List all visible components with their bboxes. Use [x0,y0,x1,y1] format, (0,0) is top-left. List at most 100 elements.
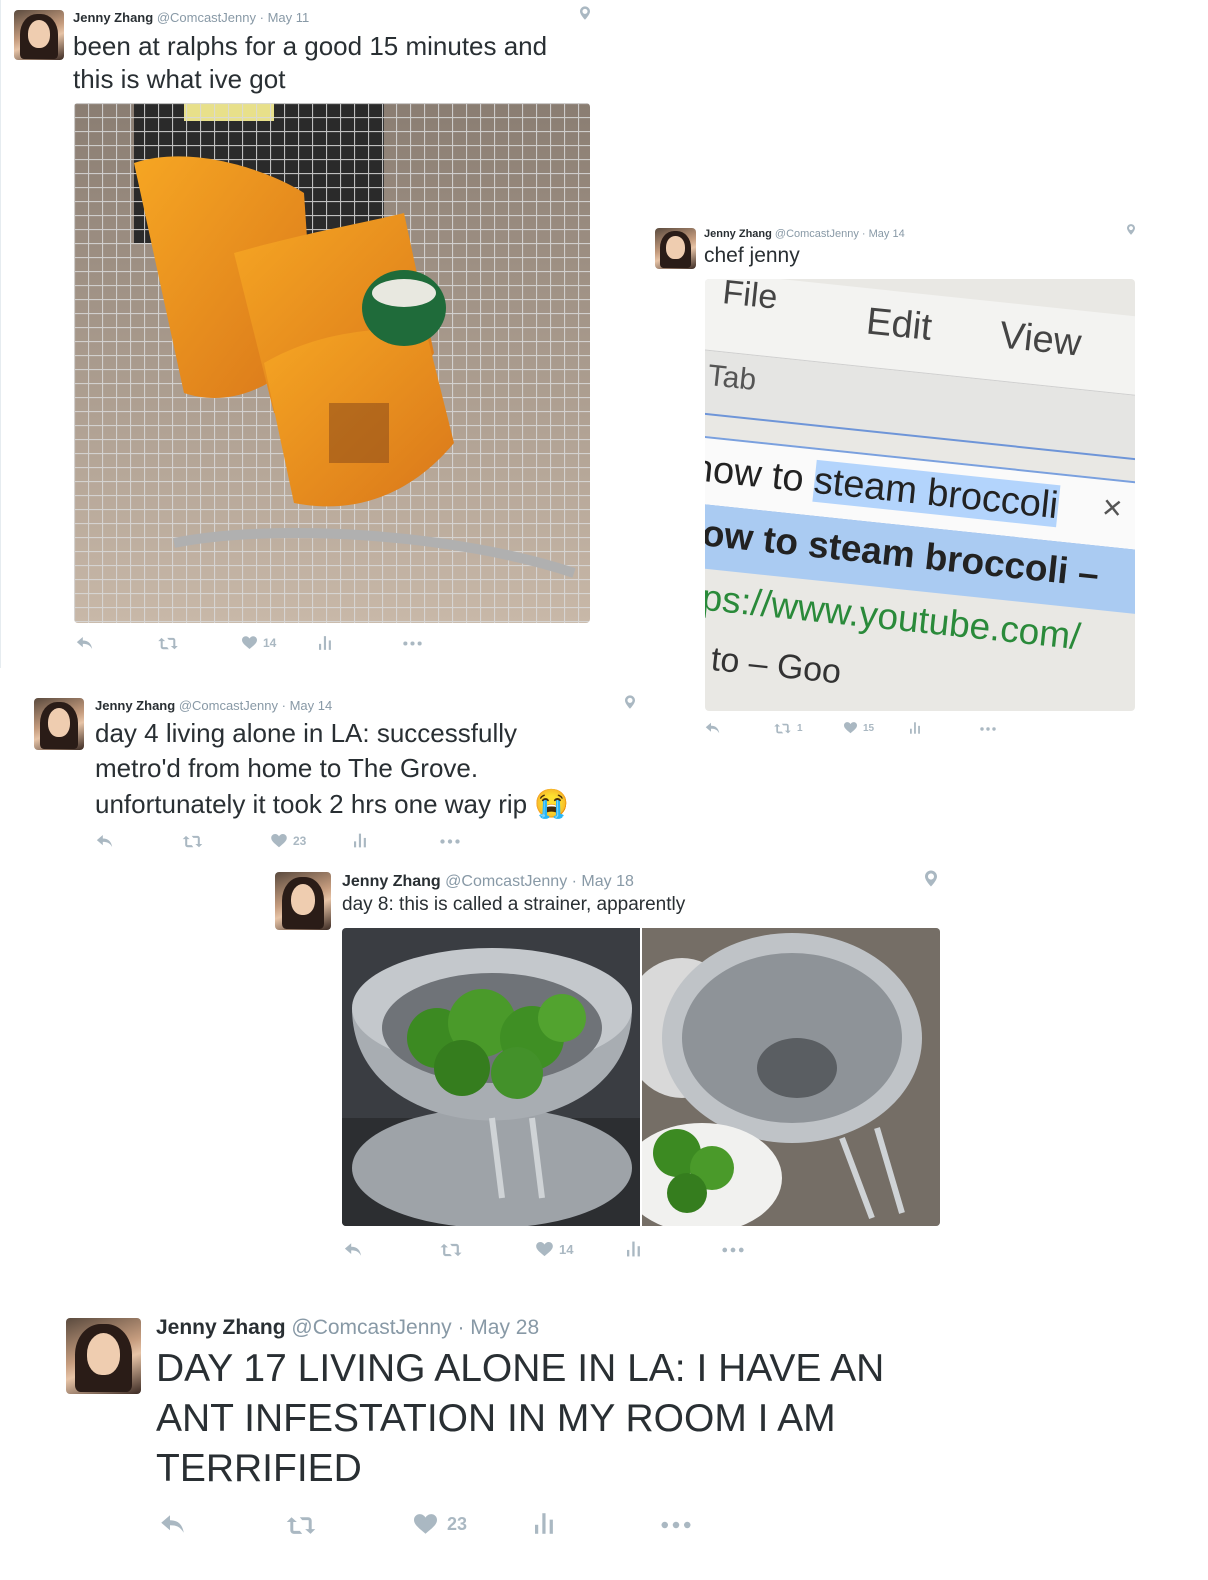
reply-button[interactable] [160,1514,185,1534]
menu-view: View [997,314,1084,365]
tweet-header: Jenny Zhang @ComcastJenny · May 18 [342,873,634,891]
tweet-date[interactable]: · May 14 [282,698,333,713]
tweet-text-line: day 4 living alone in LA: successfully [95,718,518,748]
location-pin-icon[interactable] [1127,224,1135,235]
like-button[interactable]: 14 [242,636,276,650]
retweet-button[interactable]: 1 [774,723,803,734]
reply-icon [96,834,113,848]
tweet-actions: 1 15 [645,720,1145,740]
tweet-4: Jenny Zhang @ComcastJenny · May 18 day 8… [268,862,958,1272]
tweet-text-line: unfortunately it took 2 hrs one way rip [95,789,528,819]
location-pin-icon[interactable] [625,695,635,709]
author-handle[interactable]: @ComcastJenny [291,1316,451,1339]
author-handle[interactable]: @ComcastJenny [775,228,859,240]
more-icon [661,1521,691,1529]
tweet-text-line: DAY 17 LIVING ALONE IN LA: I HAVE AN [156,1347,885,1390]
retweet-icon [286,1516,316,1535]
analytics-button[interactable] [535,1512,553,1535]
analytics-button[interactable] [910,722,920,734]
reply-button[interactable] [705,722,720,734]
tweet-text-line: ANT INFESTATION IN MY ROOM I AM [156,1397,836,1440]
heart-icon [414,1514,437,1535]
analytics-icon [910,722,920,734]
tweet-date[interactable]: · May 11 [260,10,310,25]
more-button[interactable] [722,1247,744,1253]
close-icon: × [1100,488,1125,528]
tweet-date[interactable]: · May 18 [572,873,634,890]
more-icon [722,1247,744,1253]
tweet-date[interactable]: · May 14 [862,228,905,240]
reply-icon [344,1242,362,1257]
author-name[interactable]: Jenny Zhang [95,698,175,713]
cart-photo [74,103,590,623]
reply-button[interactable] [344,1242,362,1257]
more-button[interactable] [403,641,422,646]
tweet-text: been at ralphs for a good 15 minutes and… [73,30,547,96]
menu-edit: Edit [864,300,934,349]
tweet-text: day 4 living alone in LA: successfully m… [95,716,569,822]
like-button[interactable]: 15 [844,722,874,734]
author-name[interactable]: Jenny Zhang [156,1316,286,1339]
tweet-date[interactable]: · May 28 [457,1316,539,1339]
strainer-photo-1 [342,928,640,1226]
tweet-photo-browser-screenshot[interactable]: File Edit View Tab how to steam broccoli… [705,279,1135,711]
more-button[interactable] [661,1521,691,1529]
analytics-icon [354,833,366,848]
more-button[interactable] [440,839,460,844]
search-highlight: steam broccoli [811,459,1060,528]
analytics-button[interactable] [319,636,331,650]
author-handle[interactable]: @ComcastJenny [157,10,256,25]
tweet-actions: 14 [1,632,601,656]
author-name[interactable]: Jenny Zhang [704,228,772,240]
more-icon [440,839,460,844]
tweet-text-line: this is what ive got [73,64,286,94]
tweet-actions: 23 [0,1512,1000,1540]
tweet-photo-shopping-cart[interactable] [74,103,590,623]
avatar[interactable] [34,698,84,750]
tweet-photo-broccoli-strainer[interactable] [342,928,640,1226]
more-button[interactable] [980,727,996,731]
retweet-button[interactable] [158,637,178,650]
author-handle[interactable]: @ComcastJenny [179,698,278,713]
tweet-photo-empty-strainer[interactable] [642,928,940,1226]
like-button[interactable]: 14 [536,1242,573,1257]
like-button[interactable]: 23 [414,1514,467,1535]
retweet-icon [182,835,203,848]
tweet-header: Jenny Zhang @ComcastJenny · May 14 [704,228,905,240]
avatar[interactable] [655,228,696,269]
retweet-icon [774,723,791,734]
tweet-actions: 14 [268,1240,958,1262]
author-handle[interactable]: @ComcastJenny [445,873,567,890]
location-pin-icon[interactable] [925,870,937,887]
zoomed-browser: File Edit View Tab how to steam broccoli… [705,279,1135,711]
analytics-button[interactable] [354,833,366,848]
tweet-header: Jenny Zhang @ComcastJenny · May 14 [95,698,332,713]
tab-label: Tab [706,359,758,397]
reply-button[interactable] [96,834,113,848]
like-count: 23 [447,1514,468,1534]
retweet-count: 1 [797,723,803,734]
analytics-icon [319,636,331,650]
like-count: 23 [293,834,307,848]
retweet-button[interactable] [440,1243,462,1257]
tweet-2: Jenny Zhang @ComcastJenny · May 14 chef … [645,218,1145,748]
reply-button[interactable] [76,636,93,650]
heart-icon [271,834,287,848]
reply-icon [160,1514,185,1534]
like-button[interactable]: 23 [271,834,306,848]
avatar[interactable] [275,872,331,930]
avatar[interactable] [14,10,64,60]
more-icon [403,641,422,646]
tweet-text: DAY 17 LIVING ALONE IN LA: I HAVE AN ANT… [156,1344,884,1494]
retweet-button[interactable] [182,835,203,848]
author-name[interactable]: Jenny Zhang [73,10,153,25]
like-count: 15 [863,722,875,734]
heart-icon [536,1242,553,1257]
location-pin-icon[interactable] [580,6,590,20]
avatar[interactable] [66,1318,141,1394]
tweet-header: Jenny Zhang @ComcastJenny · May 11 [73,10,309,25]
analytics-button[interactable] [627,1241,640,1257]
reply-icon [705,722,720,734]
author-name[interactable]: Jenny Zhang [342,873,441,890]
retweet-button[interactable] [286,1516,316,1535]
